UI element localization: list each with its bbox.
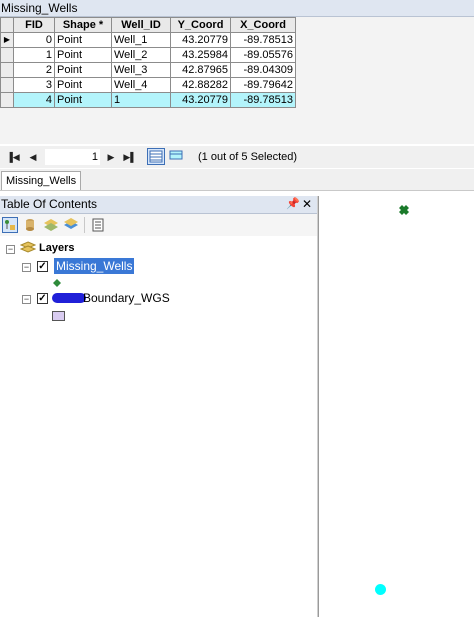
layer-name-boundary[interactable]: Boundary_WGS (83, 290, 170, 306)
column-header-fid[interactable]: FID (13, 17, 55, 33)
cell-fid[interactable]: 2 (13, 62, 55, 78)
table-row-selected[interactable]: 4 Point 1 43.20779 -89.78513 (0, 92, 296, 108)
cell-fid[interactable]: 4 (13, 92, 55, 108)
show-all-records-icon[interactable] (147, 148, 165, 165)
cell-well-id[interactable]: Well_4 (111, 77, 171, 93)
last-record-icon[interactable]: ▶▌ (123, 149, 137, 165)
collapse-layers-icon[interactable]: − (6, 245, 15, 254)
list-by-selection-icon[interactable] (63, 217, 79, 233)
cell-y-coord[interactable]: 43.20779 (170, 92, 231, 108)
tab-missing-wells[interactable]: Missing_Wells (1, 171, 82, 190)
row-selector-header[interactable] (0, 17, 14, 33)
attribute-table-title-bar[interactable]: Missing_Wells (0, 0, 474, 17)
cell-shape[interactable]: Point (54, 62, 112, 78)
cell-shape[interactable]: Point (54, 32, 112, 48)
table-header-row: FID Shape * Well_ID Y_Coord X_Coord (0, 17, 296, 33)
cell-x-coord[interactable]: -89.79642 (230, 77, 296, 93)
column-header-well-id[interactable]: Well_ID (111, 17, 171, 33)
cell-x-coord[interactable]: -89.04309 (230, 62, 296, 78)
cell-fid[interactable]: 1 (13, 47, 55, 63)
selection-status-text: (1 out of 5 Selected) (198, 151, 298, 163)
redaction-scribble (52, 293, 86, 303)
column-header-x-coord[interactable]: X_Coord (230, 17, 296, 33)
row-selector[interactable] (0, 47, 14, 63)
cell-x-coord[interactable]: -89.78513 (230, 92, 296, 108)
cell-well-id[interactable]: Well_1 (111, 32, 171, 48)
attribute-table-area: FID Shape * Well_ID Y_Coord X_Coord ▶ 0 … (0, 17, 474, 144)
green-point-icon (53, 278, 61, 287)
show-selected-records-icon[interactable] (168, 148, 186, 165)
cell-well-id[interactable]: Well_3 (111, 62, 171, 78)
toc-title: Table Of Contents (1, 197, 98, 211)
first-record-icon[interactable]: ▐◀ (6, 149, 20, 165)
boundary-visibility-checkbox[interactable]: ✓ (37, 293, 48, 304)
record-navigation-bar: ▐◀ ◀ 1 ▶ ▶▌ (1 out of 5 Selected) (0, 146, 474, 168)
cell-x-coord[interactable]: -89.78513 (230, 32, 296, 48)
current-record-input[interactable]: 1 (45, 149, 100, 165)
map-point-well-cluster[interactable] (399, 205, 409, 215)
cell-fid[interactable]: 0 (13, 32, 55, 48)
toolbar-divider (84, 217, 85, 233)
table-row[interactable]: 3 Point Well_4 42.88282 -89.79642 (0, 77, 296, 93)
map-view[interactable] (318, 196, 474, 617)
row-selector[interactable] (0, 62, 14, 78)
missing-wells-visibility-checkbox[interactable]: ✓ (37, 261, 48, 272)
table-row[interactable]: 1 Point Well_2 43.25984 -89.05576 (0, 47, 296, 63)
attribute-table-title: Missing_Wells (1, 1, 78, 15)
lavender-polygon-swatch (52, 311, 65, 321)
cell-shape[interactable]: Point (54, 92, 112, 108)
cell-fid[interactable]: 3 (13, 77, 55, 93)
close-icon[interactable]: ✕ (302, 196, 312, 212)
pin-icon[interactable]: 📌 (286, 197, 300, 210)
collapse-boundary-icon[interactable]: − (22, 295, 31, 304)
cell-shape[interactable]: Point (54, 77, 112, 93)
cell-y-coord[interactable]: 42.87965 (170, 62, 231, 78)
previous-record-icon[interactable]: ◀ (26, 149, 40, 165)
table-row[interactable]: 2 Point Well_3 42.87965 -89.04309 (0, 62, 296, 78)
cell-y-coord[interactable]: 43.20779 (170, 32, 231, 48)
cell-shape[interactable]: Point (54, 47, 112, 63)
cell-well-id[interactable]: Well_2 (111, 47, 171, 63)
column-header-shape[interactable]: Shape * (54, 17, 112, 33)
attribute-table: FID Shape * Well_ID Y_Coord X_Coord ▶ 0 … (0, 17, 296, 108)
column-header-y-coord[interactable]: Y_Coord (170, 17, 231, 33)
map-point-selected-well[interactable] (375, 584, 386, 595)
collapse-missing-wells-icon[interactable]: − (22, 263, 31, 272)
list-by-drawing-order-icon[interactable] (2, 217, 18, 233)
list-by-source-icon[interactable] (22, 217, 38, 233)
row-selector[interactable] (0, 77, 14, 93)
cell-y-coord[interactable]: 43.25984 (170, 47, 231, 63)
current-row-arrow-icon[interactable]: ▶ (0, 32, 14, 48)
toc-tree: − Layers − ✓ Missing_Wells − ✓ Boundary_… (0, 237, 317, 617)
toc-toolbar (0, 214, 317, 236)
row-selector[interactable] (0, 92, 14, 108)
layers-root-label[interactable]: Layers (39, 241, 74, 255)
table-tab-strip: Missing_Wells (0, 169, 474, 191)
cell-well-id[interactable]: 1 (111, 92, 171, 108)
cell-y-coord[interactable]: 42.88282 (170, 77, 231, 93)
table-row[interactable]: ▶ 0 Point Well_1 43.20779 -89.78513 (0, 32, 296, 48)
toc-title-bar[interactable]: Table Of Contents 📌 ✕ (0, 196, 317, 214)
cell-x-coord[interactable]: -89.05576 (230, 47, 296, 63)
list-by-visibility-icon[interactable] (43, 217, 59, 233)
layers-group-icon (19, 241, 37, 255)
layer-name-missing-wells[interactable]: Missing_Wells (54, 258, 135, 274)
options-icon[interactable] (90, 217, 106, 233)
next-record-icon[interactable]: ▶ (104, 149, 118, 165)
